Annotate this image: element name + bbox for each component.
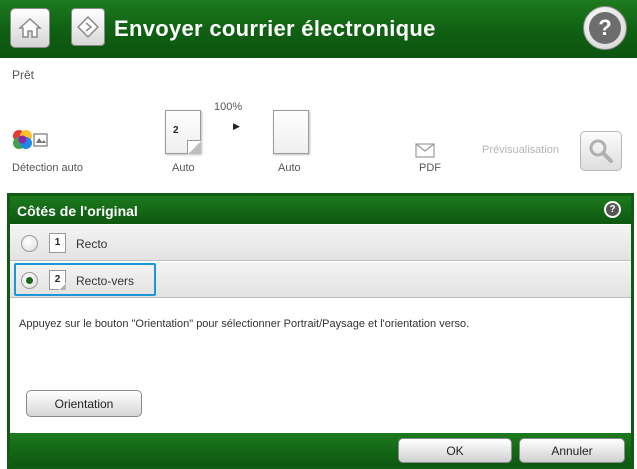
dialog-title: Côtés de l'original xyxy=(17,203,138,219)
cancel-button[interactable]: Annuler xyxy=(519,438,625,463)
radio-button[interactable] xyxy=(21,235,38,252)
help-button[interactable]: ? xyxy=(583,6,627,50)
help-icon: ? xyxy=(589,12,621,44)
preview-label: Prévisualisation xyxy=(482,144,560,156)
option-recto[interactable]: 1 Recto xyxy=(10,225,631,261)
file-type-label: PDF xyxy=(419,162,441,174)
dialog-header: Côtés de l'original ? xyxy=(10,196,631,224)
sides-label: Auto xyxy=(172,162,195,174)
selection-highlight xyxy=(14,263,156,296)
orientation-button[interactable]: Orientation xyxy=(26,390,142,417)
duplex-page-number: 2 xyxy=(173,125,179,136)
help-icon: ? xyxy=(606,203,619,216)
page-title: Envoyer courrier électronique xyxy=(114,16,436,41)
color-palette-icon xyxy=(13,130,48,149)
dialog-footer: OK Annuler xyxy=(10,433,631,466)
dialog-help-button[interactable]: ? xyxy=(604,201,621,218)
original-size-document-icon xyxy=(273,110,309,154)
arrow-right-icon: ▶ xyxy=(233,121,240,131)
home-button[interactable] xyxy=(10,8,50,48)
page-fold-icon xyxy=(187,140,201,154)
email-app-icon xyxy=(77,16,99,38)
email-app-icon-box xyxy=(71,8,105,46)
option-label: Recto xyxy=(76,237,108,251)
ok-button[interactable]: OK xyxy=(398,438,512,463)
title-bar: Envoyer courrier électronique ? xyxy=(0,0,637,58)
original-size-label: Auto xyxy=(278,162,301,174)
magnifier-icon xyxy=(589,139,613,163)
option-number: 1 xyxy=(54,237,61,248)
option-recto-verso[interactable]: 2 Recto-vers xyxy=(10,262,631,298)
page-one-icon: 1 xyxy=(49,233,66,253)
home-icon xyxy=(18,17,42,38)
preview-button[interactable] xyxy=(580,131,622,171)
color-detection-label: Détection auto xyxy=(12,162,83,174)
pdf-file-icon xyxy=(415,143,435,158)
info-text: Appuyez sur le bouton "Orientation" pour… xyxy=(19,318,470,330)
original-sides-dialog: Côtés de l'original ? 1 Recto 2 Recto-ve… xyxy=(7,193,634,469)
zoom-value: 100% xyxy=(214,101,243,113)
duplex-document-icon: 2 xyxy=(165,110,201,154)
status-text: Prêt xyxy=(12,68,35,82)
